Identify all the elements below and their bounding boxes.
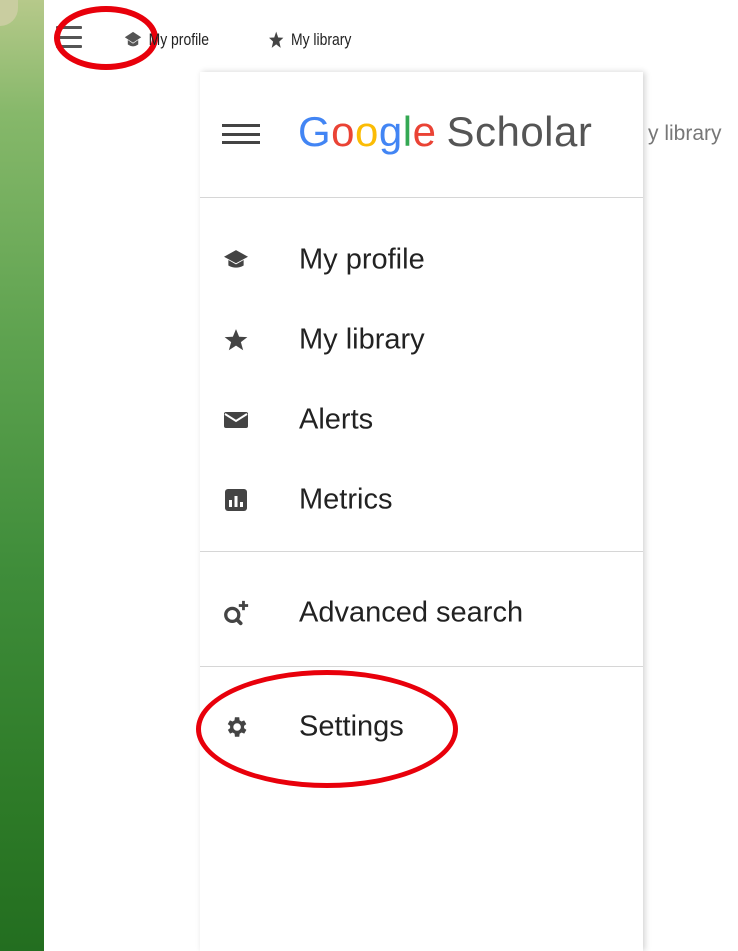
drawer-header: Google Scholar xyxy=(200,72,643,197)
drawer-divider xyxy=(200,551,643,552)
star-icon xyxy=(269,31,284,48)
highlight-circle-settings xyxy=(196,670,458,788)
menu-item-label: Metrics xyxy=(299,483,393,516)
menu-item-alerts[interactable]: Alerts xyxy=(200,385,643,455)
top-toolbar: My profile My library xyxy=(44,0,738,82)
top-my-profile-label: My profile xyxy=(148,30,210,49)
search-plus-icon xyxy=(222,599,250,627)
top-my-library-link[interactable]: My library xyxy=(268,30,351,50)
decorative-side-strip xyxy=(0,0,44,951)
drawer-hamburger-icon[interactable] xyxy=(222,124,260,144)
drawer-divider xyxy=(200,197,643,198)
menu-item-label: Advanced search xyxy=(299,596,524,629)
top-my-profile-link[interactable]: My profile xyxy=(124,30,209,50)
menu-item-my-profile[interactable]: My profile xyxy=(200,225,643,295)
menu-item-label: Alerts xyxy=(299,403,374,436)
top-my-library-label: My library xyxy=(290,30,352,49)
navigation-drawer: Google Scholar My profile My library Aler… xyxy=(200,72,643,951)
bar-chart-icon xyxy=(222,486,250,514)
obscured-library-text: y library xyxy=(648,122,722,145)
graduation-cap-icon xyxy=(222,246,250,274)
menu-item-label: My profile xyxy=(299,243,425,276)
google-scholar-logo[interactable]: Google Scholar xyxy=(298,108,592,156)
menu-item-advanced-search[interactable]: Advanced search xyxy=(200,578,643,648)
menu-item-my-library[interactable]: My library xyxy=(200,305,643,375)
envelope-icon xyxy=(222,406,250,434)
menu-item-metrics[interactable]: Metrics xyxy=(200,465,643,535)
graduation-cap-icon xyxy=(124,31,142,47)
star-icon xyxy=(222,326,250,354)
menu-item-label: My library xyxy=(299,323,425,356)
drawer-divider xyxy=(200,666,643,667)
